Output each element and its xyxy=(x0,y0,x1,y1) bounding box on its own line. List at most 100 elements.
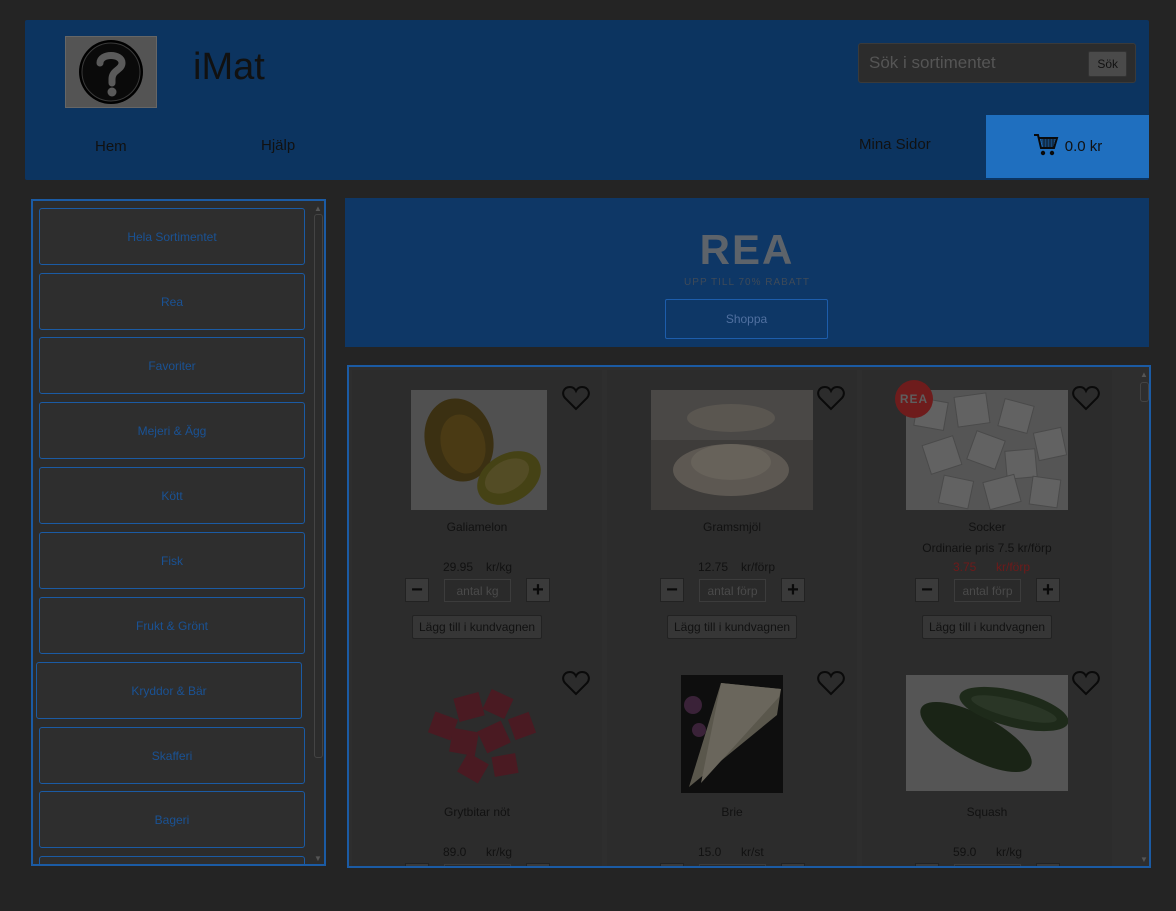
decrease-quantity-button[interactable]: − xyxy=(915,578,939,602)
product-image-squash xyxy=(906,675,1069,791)
cart-button[interactable]: 0.0 kr xyxy=(986,115,1149,178)
minus-icon: − xyxy=(666,578,678,601)
quantity-input[interactable]: antal förp xyxy=(699,579,766,602)
quantity-input[interactable]: antal kg xyxy=(444,579,511,602)
quantity-input[interactable]: antal förp xyxy=(954,579,1021,602)
product-unit: kr/st xyxy=(741,845,764,859)
increase-quantity-button[interactable] xyxy=(1036,863,1060,866)
sidebar-item-bageri[interactable]: Bageri xyxy=(39,791,305,848)
favorite-heart-icon[interactable] xyxy=(1072,385,1100,416)
add-to-cart-button[interactable]: Lägg till i kundvagnen xyxy=(922,615,1053,639)
quantity-input[interactable] xyxy=(444,864,511,866)
increase-quantity-button[interactable]: + xyxy=(526,578,550,602)
product-image-grytbitar-not xyxy=(411,675,547,791)
decrease-quantity-button[interactable]: − xyxy=(660,578,684,602)
product-price: 15.0 xyxy=(698,845,722,859)
sidebar-item-mejeri-agg[interactable]: Mejeri & Ägg xyxy=(39,402,305,459)
product-name: Gramsmjöl xyxy=(702,520,761,534)
decrease-quantity-button[interactable] xyxy=(405,863,429,866)
scrollbar-thumb[interactable] xyxy=(314,214,323,758)
nav-help[interactable]: Hjälp xyxy=(261,137,295,154)
scroll-down-icon[interactable]: ▼ xyxy=(314,854,322,863)
product-price: 89.0 xyxy=(443,845,467,859)
decrease-quantity-button[interactable]: − xyxy=(405,578,429,602)
product-unit: kr/kg xyxy=(486,560,513,574)
nav-home[interactable]: Hem xyxy=(95,138,127,155)
minus-icon: − xyxy=(411,578,423,601)
product-image-brie xyxy=(681,675,783,793)
product-card: Gramsmjöl 12.75 kr/förp − antal förp + L… xyxy=(607,370,857,656)
sale-banner: REA UPP TILL 70% RABATT Shoppa xyxy=(345,198,1149,347)
sidebar-scrollbar[interactable]: ▲ ▼ xyxy=(313,204,323,863)
product-unit: kr/förp xyxy=(996,560,1031,574)
increase-quantity-button[interactable] xyxy=(781,863,805,866)
product-price: 59.0 xyxy=(953,845,977,859)
product-name: Grytbitar nöt xyxy=(443,805,511,819)
product-card: Galiamelon 29.95 kr/kg − antal kg + Lägg… xyxy=(352,370,602,656)
product-card: Grytbitar nöt 89.0 kr/kg xyxy=(352,655,602,866)
decrease-quantity-button[interactable] xyxy=(915,863,939,866)
product-card: Brie 15.0 kr/st xyxy=(607,655,857,866)
product-grid: Galiamelon 29.95 kr/kg − antal kg + Lägg… xyxy=(347,365,1151,868)
scroll-down-icon[interactable]: ▼ xyxy=(1140,855,1148,864)
product-name: Galiamelon xyxy=(446,520,508,534)
scrollbar-thumb[interactable] xyxy=(1140,382,1149,402)
category-sidebar: Hela Sortimentet Rea Favoriter Mejeri & … xyxy=(31,199,326,866)
favorite-heart-icon[interactable] xyxy=(1072,670,1100,701)
add-to-cart-button[interactable]: Lägg till i kundvagnen xyxy=(667,615,798,639)
shopping-cart-icon xyxy=(1033,133,1059,161)
nav-my-pages[interactable]: Mina Sidor xyxy=(859,136,931,153)
product-image-gramsmjol xyxy=(651,390,813,510)
search-input[interactable] xyxy=(859,44,1091,82)
banner-title: REA xyxy=(699,226,795,273)
product-name: Socker xyxy=(968,520,1006,534)
product-name: Squash xyxy=(966,805,1008,819)
scroll-up-icon[interactable]: ▲ xyxy=(1140,370,1148,379)
add-to-cart-button[interactable]: Lägg till i kundvagnen xyxy=(412,615,543,639)
product-card: REA Socker Ordinarie pris 7.5 kr/förp 3.… xyxy=(862,370,1112,656)
product-grid-scrollbar[interactable]: ▲ ▼ xyxy=(1139,370,1149,864)
quantity-input[interactable] xyxy=(954,864,1021,866)
scroll-up-icon[interactable]: ▲ xyxy=(314,204,322,213)
plus-icon: + xyxy=(787,578,799,601)
decrease-quantity-button[interactable] xyxy=(660,863,684,866)
plus-icon: + xyxy=(1042,578,1054,601)
product-image-galiamelon xyxy=(411,390,547,510)
app-title: iMat xyxy=(193,46,265,88)
search-box: Sök xyxy=(858,43,1136,83)
increase-quantity-button[interactable]: + xyxy=(781,578,805,602)
increase-quantity-button[interactable]: + xyxy=(1036,578,1060,602)
sidebar-item-fisk[interactable]: Fisk xyxy=(39,532,305,589)
product-unit: kr/förp xyxy=(741,560,776,574)
product-price: 12.75 xyxy=(698,560,729,574)
sale-badge: REA xyxy=(895,380,933,418)
favorite-heart-icon[interactable] xyxy=(562,670,590,701)
sidebar-item-skafferi[interactable]: Skafferi xyxy=(39,727,305,784)
banner-subtitle: UPP TILL 70% RABATT xyxy=(684,277,810,288)
sale-price: 3.75 xyxy=(953,560,977,574)
search-button[interactable]: Sök xyxy=(1088,51,1127,77)
sidebar-item-favoriter[interactable]: Favoriter xyxy=(39,337,305,394)
quantity-input[interactable] xyxy=(699,864,766,866)
question-mark-logo-icon[interactable] xyxy=(65,36,157,108)
sidebar-item-next[interactable] xyxy=(39,856,305,864)
cart-total: 0.0 kr xyxy=(1064,138,1103,155)
product-name: Brie xyxy=(721,805,743,819)
increase-quantity-button[interactable] xyxy=(526,863,550,866)
favorite-heart-icon[interactable] xyxy=(817,670,845,701)
sidebar-item-rea[interactable]: Rea xyxy=(39,273,305,330)
product-price: 29.95 xyxy=(443,560,474,574)
favorite-heart-icon[interactable] xyxy=(817,385,845,416)
sidebar-item-kott[interactable]: Kött xyxy=(39,467,305,524)
product-card: Squash 59.0 kr/kg xyxy=(862,655,1112,866)
product-unit: kr/kg xyxy=(996,845,1023,859)
shop-button[interactable]: Shoppa xyxy=(665,299,828,339)
sidebar-item-frukt-gront[interactable]: Frukt & Grönt xyxy=(39,597,305,654)
plus-icon: + xyxy=(532,578,544,601)
favorite-heart-icon[interactable] xyxy=(562,385,590,416)
sidebar-item-hela-sortimentet[interactable]: Hela Sortimentet xyxy=(39,208,305,265)
product-unit: kr/kg xyxy=(486,845,513,859)
ordinary-price: Ordinarie pris 7.5 kr/förp xyxy=(922,541,1052,555)
sidebar-item-kryddor-bar[interactable]: Kryddor & Bär xyxy=(36,662,302,719)
header: iMat Sök Hem Hjälp Mina Sidor 0.0 kr xyxy=(25,20,1149,180)
